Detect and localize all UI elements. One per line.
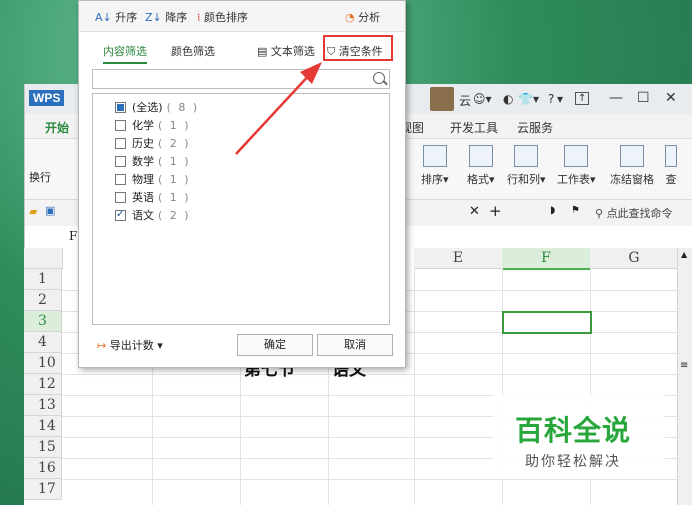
watermark: 百科全说 助你轻松解决: [493, 395, 665, 479]
watermark-subtitle: 助你轻松解决: [525, 454, 621, 470]
arrow-shaft: [235, 71, 313, 155]
watermark-title: 百科全说: [515, 414, 632, 447]
